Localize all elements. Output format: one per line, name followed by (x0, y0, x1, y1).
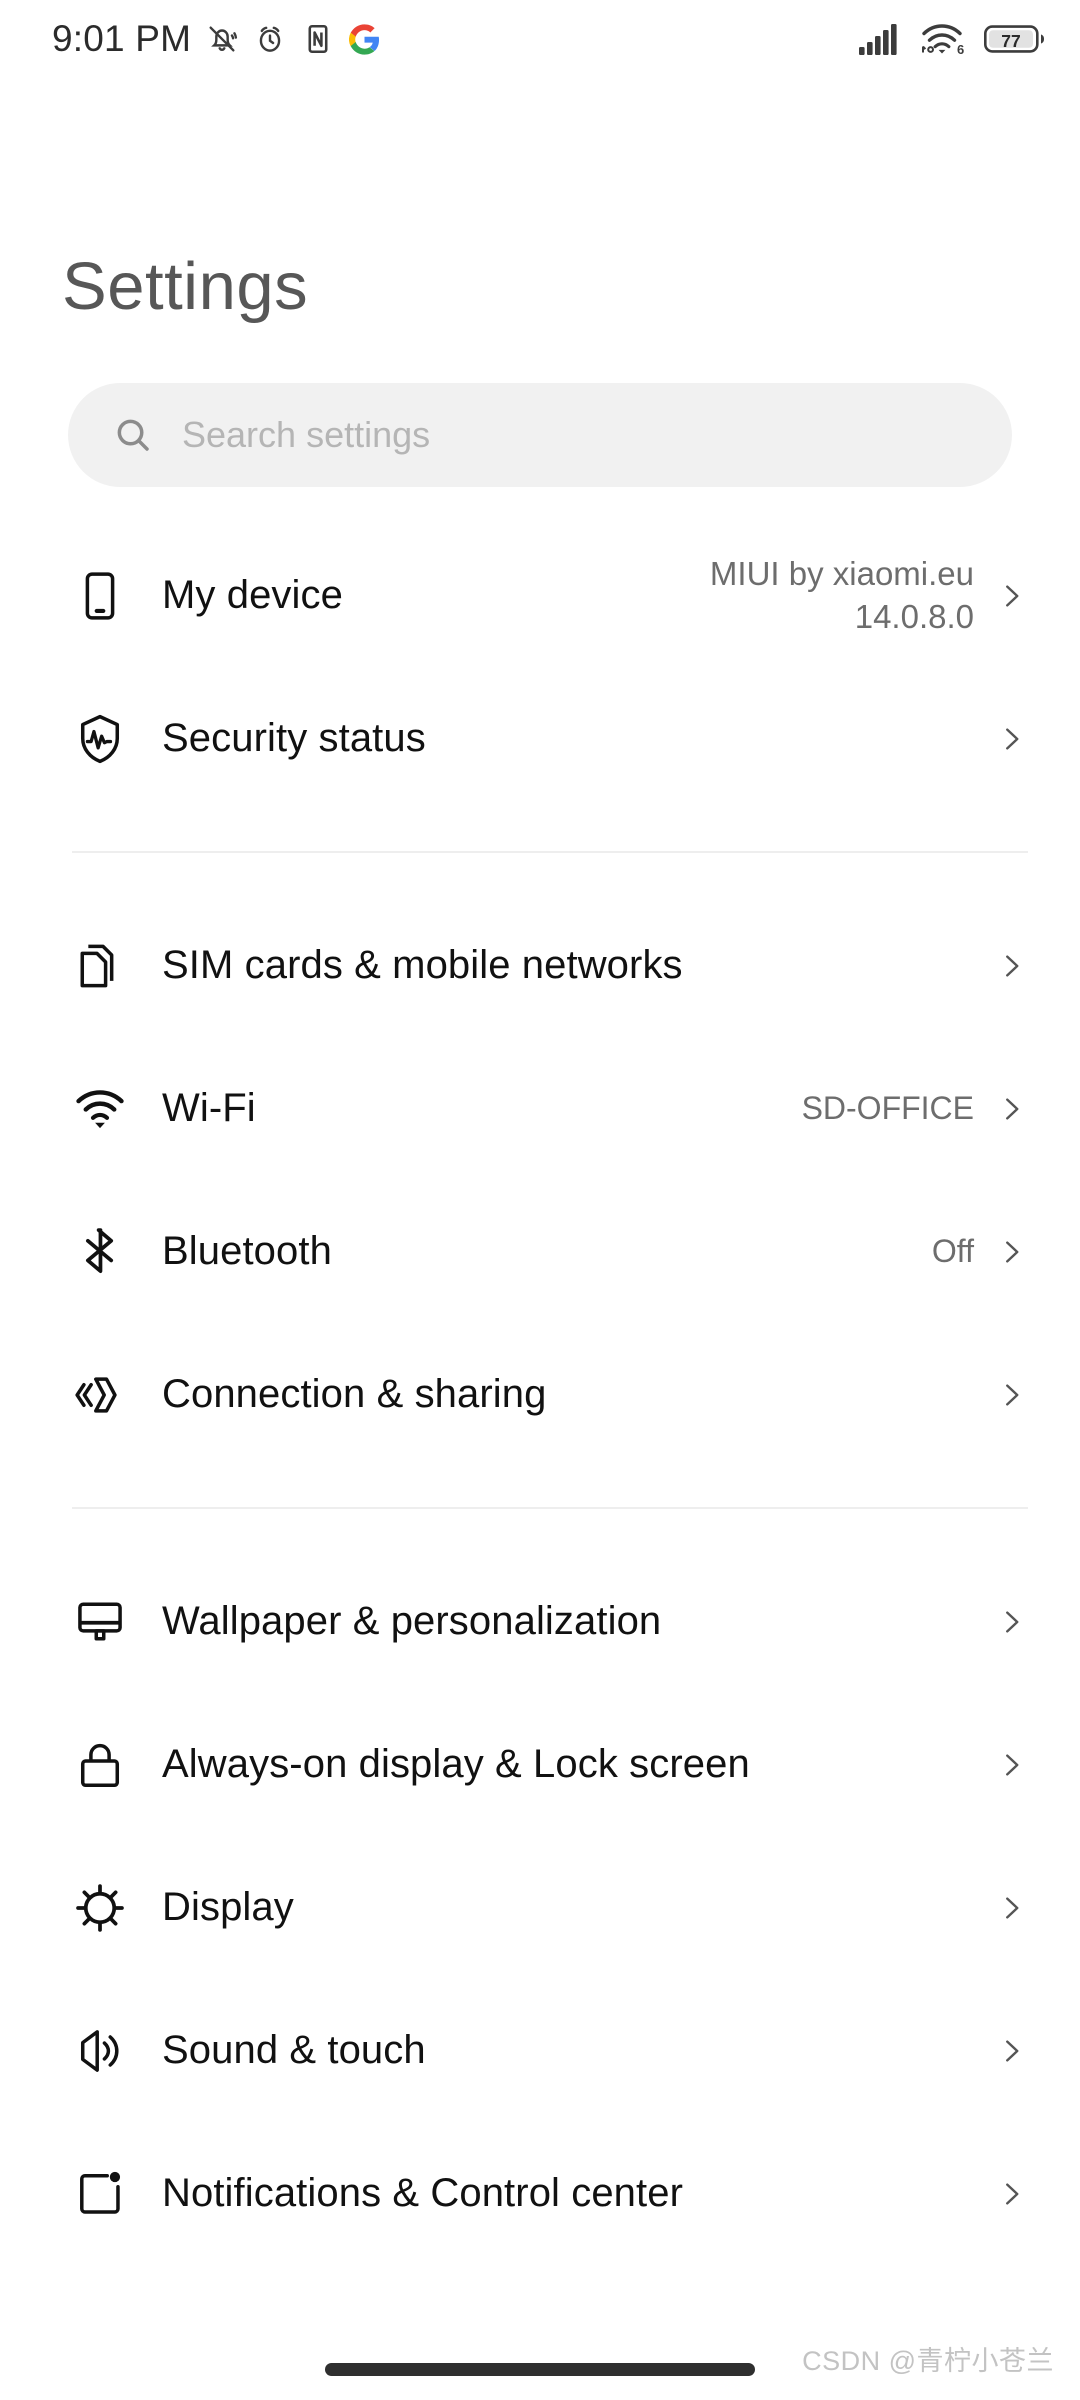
connection-share-icon (72, 1367, 162, 1423)
nfc-icon (301, 22, 335, 56)
bluetooth-icon (72, 1224, 162, 1280)
settings-row-wifi[interactable]: Wi-Fi SD-OFFICE (0, 1037, 1080, 1180)
chevron-right-icon (994, 1893, 1028, 1923)
settings-row-label: My device (162, 573, 343, 617)
settings-row-label: Display (162, 1885, 294, 1929)
shield-pulse-icon (72, 711, 162, 767)
chevron-right-icon (994, 951, 1028, 981)
settings-row-label: Notifications & Control center (162, 2171, 684, 2215)
settings-row-label: Wi-Fi (162, 1086, 256, 1130)
search-input[interactable]: Search settings (68, 383, 1012, 487)
settings-group-personalization: Wallpaper & personalization Always-on di… (0, 1550, 1080, 2265)
wifi-icon (72, 1081, 162, 1137)
settings-row-notifications[interactable]: Notifications & Control center (0, 2122, 1080, 2265)
chevron-right-icon (994, 1750, 1028, 1780)
speaker-icon (72, 2023, 162, 2079)
chevron-right-icon (994, 581, 1028, 611)
settings-list: My device MIUI by xiaomi.eu 14.0.8.0 Sec… (0, 524, 1080, 2265)
bell-muted-icon (205, 22, 239, 56)
settings-row-value: Off (931, 1233, 974, 1270)
settings-group-device: My device MIUI by xiaomi.eu 14.0.8.0 Sec… (0, 524, 1080, 810)
group-divider (72, 851, 1028, 853)
settings-row-sim-cards[interactable]: SIM cards & mobile networks (0, 894, 1080, 1037)
google-g-icon (349, 23, 380, 55)
settings-row-sound-touch[interactable]: Sound & touch (0, 1979, 1080, 2122)
group-divider (72, 1507, 1028, 1509)
settings-group-connectivity: SIM cards & mobile networks Wi-Fi SD-OFF… (0, 894, 1080, 1466)
chevron-right-icon (994, 2036, 1028, 2066)
settings-row-label: SIM cards & mobile networks (162, 943, 683, 987)
search-icon (112, 414, 154, 456)
settings-row-display[interactable]: Display (0, 1836, 1080, 1979)
settings-row-label: Security status (162, 716, 426, 760)
search-placeholder: Search settings (182, 414, 431, 455)
chevron-right-icon (994, 724, 1028, 754)
phone-device-icon (72, 568, 162, 624)
settings-row-label: Sound & touch (162, 2028, 426, 2072)
svg-text:6: 6 (957, 42, 964, 57)
battery-level-text: 77 (1001, 31, 1020, 51)
settings-row-value: MIUI by xiaomi.eu 14.0.8.0 (709, 555, 974, 635)
status-bar: 9:01 PM 6 77 (0, 0, 1080, 78)
settings-row-label: Bluetooth (162, 1229, 332, 1273)
settings-row-my-device[interactable]: My device MIUI by xiaomi.eu 14.0.8.0 (0, 524, 1080, 667)
settings-row-lock-screen[interactable]: Always-on display & Lock screen (0, 1693, 1080, 1836)
settings-row-security-status[interactable]: Security status (0, 667, 1080, 810)
notification-icon (72, 2166, 162, 2222)
wifi-6-icon: 6 (919, 21, 967, 57)
battery-icon: 77 (984, 23, 1046, 55)
status-bar-right: 6 77 (858, 21, 1046, 57)
alarm-clock-icon (253, 22, 287, 56)
watermark: CSDN @青柠小苍兰 (802, 2346, 1054, 2376)
wallpaper-icon (72, 1594, 162, 1650)
brightness-icon (72, 1880, 162, 1936)
settings-row-connection-sharing[interactable]: Connection & sharing (0, 1323, 1080, 1466)
settings-row-value: SD-OFFICE (801, 1090, 974, 1127)
settings-row-bluetooth[interactable]: Bluetooth Off (0, 1180, 1080, 1323)
chevron-right-icon (994, 2179, 1028, 2209)
chevron-right-icon (994, 1607, 1028, 1637)
settings-screen: 9:01 PM 6 77 Settings Search settings My… (0, 0, 1080, 2400)
settings-row-label: Always-on display & Lock screen (162, 1742, 750, 1786)
sim-cards-icon (72, 938, 162, 994)
settings-row-wallpaper[interactable]: Wallpaper & personalization (0, 1550, 1080, 1693)
status-clock: 9:01 PM (52, 18, 192, 59)
chevron-right-icon (994, 1380, 1028, 1410)
page-title: Settings (62, 249, 309, 324)
cellular-signal-icon (858, 22, 902, 56)
settings-row-label: Connection & sharing (162, 1372, 547, 1416)
settings-row-label: Wallpaper & personalization (162, 1599, 662, 1643)
status-bar-left: 9:01 PM (52, 18, 380, 60)
chevron-right-icon (994, 1094, 1028, 1124)
home-gesture-bar[interactable] (325, 2363, 755, 2376)
chevron-right-icon (994, 1237, 1028, 1267)
lock-icon (72, 1737, 162, 1793)
